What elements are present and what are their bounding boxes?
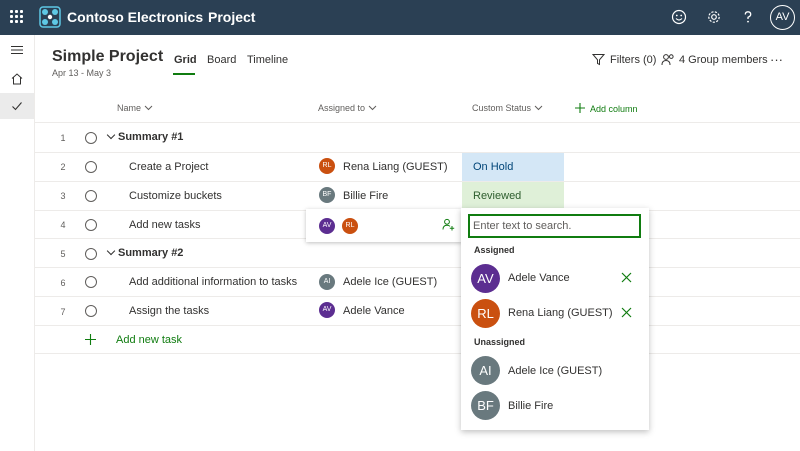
row-divider (35, 267, 800, 268)
top-bar: Contoso Electronics Project AV (0, 0, 800, 35)
group-members-label: 4 Group members (679, 54, 768, 66)
assignee-name[interactable]: Billie Fire (343, 190, 388, 202)
tab-board[interactable]: Board (207, 54, 236, 66)
active-tab-indicator (173, 73, 195, 75)
add-new-task-button[interactable]: Add new task (116, 334, 182, 346)
task-name[interactable]: Add additional information to tasks (129, 276, 297, 288)
filter-icon (592, 54, 605, 66)
row-divider (35, 325, 800, 326)
chevron-down-icon (368, 105, 376, 111)
add-person-icon[interactable] (442, 218, 455, 231)
app-name[interactable]: Project (208, 9, 255, 25)
unassigned-section-label: Unassigned (474, 337, 526, 347)
chevron-down-icon[interactable] (106, 246, 116, 256)
row-number: 1 (60, 133, 66, 143)
assigned-member-name[interactable]: Adele Vance (508, 272, 570, 284)
row-divider (35, 353, 800, 354)
row-number: 3 (60, 191, 66, 201)
assigned-member-name[interactable]: Rena Liang (GUEST) (508, 307, 613, 319)
row-divider (35, 296, 800, 297)
assignee-name[interactable]: Adele Vance (343, 305, 405, 317)
brand-name[interactable]: Contoso Electronics (67, 9, 203, 25)
user-avatar[interactable]: AV (770, 5, 795, 30)
row-number: 5 (60, 249, 66, 259)
filters-label: Filters (0) (610, 54, 657, 66)
complete-task-checkbox[interactable] (85, 219, 97, 231)
plus-icon[interactable] (85, 334, 96, 345)
chevron-down-icon (534, 105, 542, 111)
assignee-name[interactable]: Adele Ice (GUEST) (343, 276, 437, 288)
summary-task[interactable]: Summary #2 (106, 246, 183, 259)
project-title[interactable]: Simple Project (52, 48, 163, 66)
chevron-down-icon[interactable] (106, 130, 116, 140)
complete-task-checkbox[interactable] (85, 305, 97, 317)
home-button[interactable] (0, 66, 34, 92)
remove-assignee-icon[interactable] (621, 307, 632, 318)
gear-icon[interactable] (705, 8, 723, 26)
avatar: RL (471, 299, 500, 328)
row-divider (35, 152, 800, 153)
project-dates: Apr 13 - May 3 (52, 68, 112, 78)
hamburger-icon (11, 46, 23, 54)
avatar: AV (471, 264, 500, 293)
remove-assignee-icon[interactable] (621, 272, 632, 283)
plus-icon (575, 103, 585, 113)
chevron-down-icon (144, 105, 152, 111)
help-icon[interactable] (739, 8, 757, 26)
complete-task-checkbox[interactable] (85, 190, 97, 202)
search-input[interactable] (468, 214, 641, 238)
avatar: AI (319, 274, 335, 290)
row-number: 2 (60, 162, 66, 172)
complete-task-checkbox[interactable] (85, 248, 97, 260)
status-cell[interactable]: Reviewed (462, 182, 564, 210)
avatar: RL (319, 158, 335, 174)
left-rail (0, 35, 35, 451)
avatar: BF (319, 187, 335, 203)
unassigned-member-name[interactable]: Billie Fire (508, 400, 553, 412)
checkmark-icon (12, 102, 22, 111)
unassigned-member-name[interactable]: Adele Ice (GUEST) (508, 365, 602, 377)
collapse-menu-button[interactable] (0, 37, 34, 63)
complete-task-checkbox[interactable] (85, 161, 97, 173)
row-divider (35, 181, 800, 182)
avatar: AV (319, 302, 335, 318)
row-number: 7 (60, 307, 66, 317)
tab-grid[interactable]: Grid (174, 54, 197, 66)
people-icon (661, 54, 674, 66)
row-divider (35, 122, 800, 123)
task-name[interactable]: Create a Project (129, 161, 208, 173)
task-name[interactable]: Add new tasks (129, 219, 201, 231)
assignee-picker-cell[interactable]: AV RL (306, 209, 462, 242)
avatar[interactable]: AV (319, 218, 335, 234)
complete-task-checkbox[interactable] (85, 276, 97, 288)
app-launcher-icon[interactable] (10, 10, 24, 24)
status-cell[interactable]: On Hold (462, 153, 564, 181)
contoso-logo-icon (39, 6, 61, 28)
tab-timeline[interactable]: Timeline (247, 54, 288, 66)
smiley-feedback-icon[interactable] (670, 8, 688, 26)
tasks-button[interactable] (0, 93, 34, 119)
summary-task[interactable]: Summary #1 (106, 130, 183, 143)
column-header-assigned[interactable]: Assigned to (318, 103, 377, 113)
row-number: 4 (60, 220, 66, 230)
row-number: 6 (60, 278, 66, 288)
home-icon (11, 73, 23, 85)
column-header-name[interactable]: Name (117, 103, 153, 113)
more-options-button[interactable]: ··· (770, 52, 783, 67)
avatar: AI (471, 356, 500, 385)
assigned-section-label: Assigned (474, 245, 515, 255)
task-name[interactable]: Customize buckets (129, 190, 222, 202)
task-name[interactable]: Assign the tasks (129, 305, 209, 317)
avatar: BF (471, 391, 500, 420)
complete-task-checkbox[interactable] (85, 132, 97, 144)
assignee-name[interactable]: Rena Liang (GUEST) (343, 161, 448, 173)
column-header-status[interactable]: Custom Status (472, 103, 543, 113)
avatar[interactable]: RL (342, 218, 358, 234)
add-column-button[interactable]: Add column (575, 103, 638, 114)
